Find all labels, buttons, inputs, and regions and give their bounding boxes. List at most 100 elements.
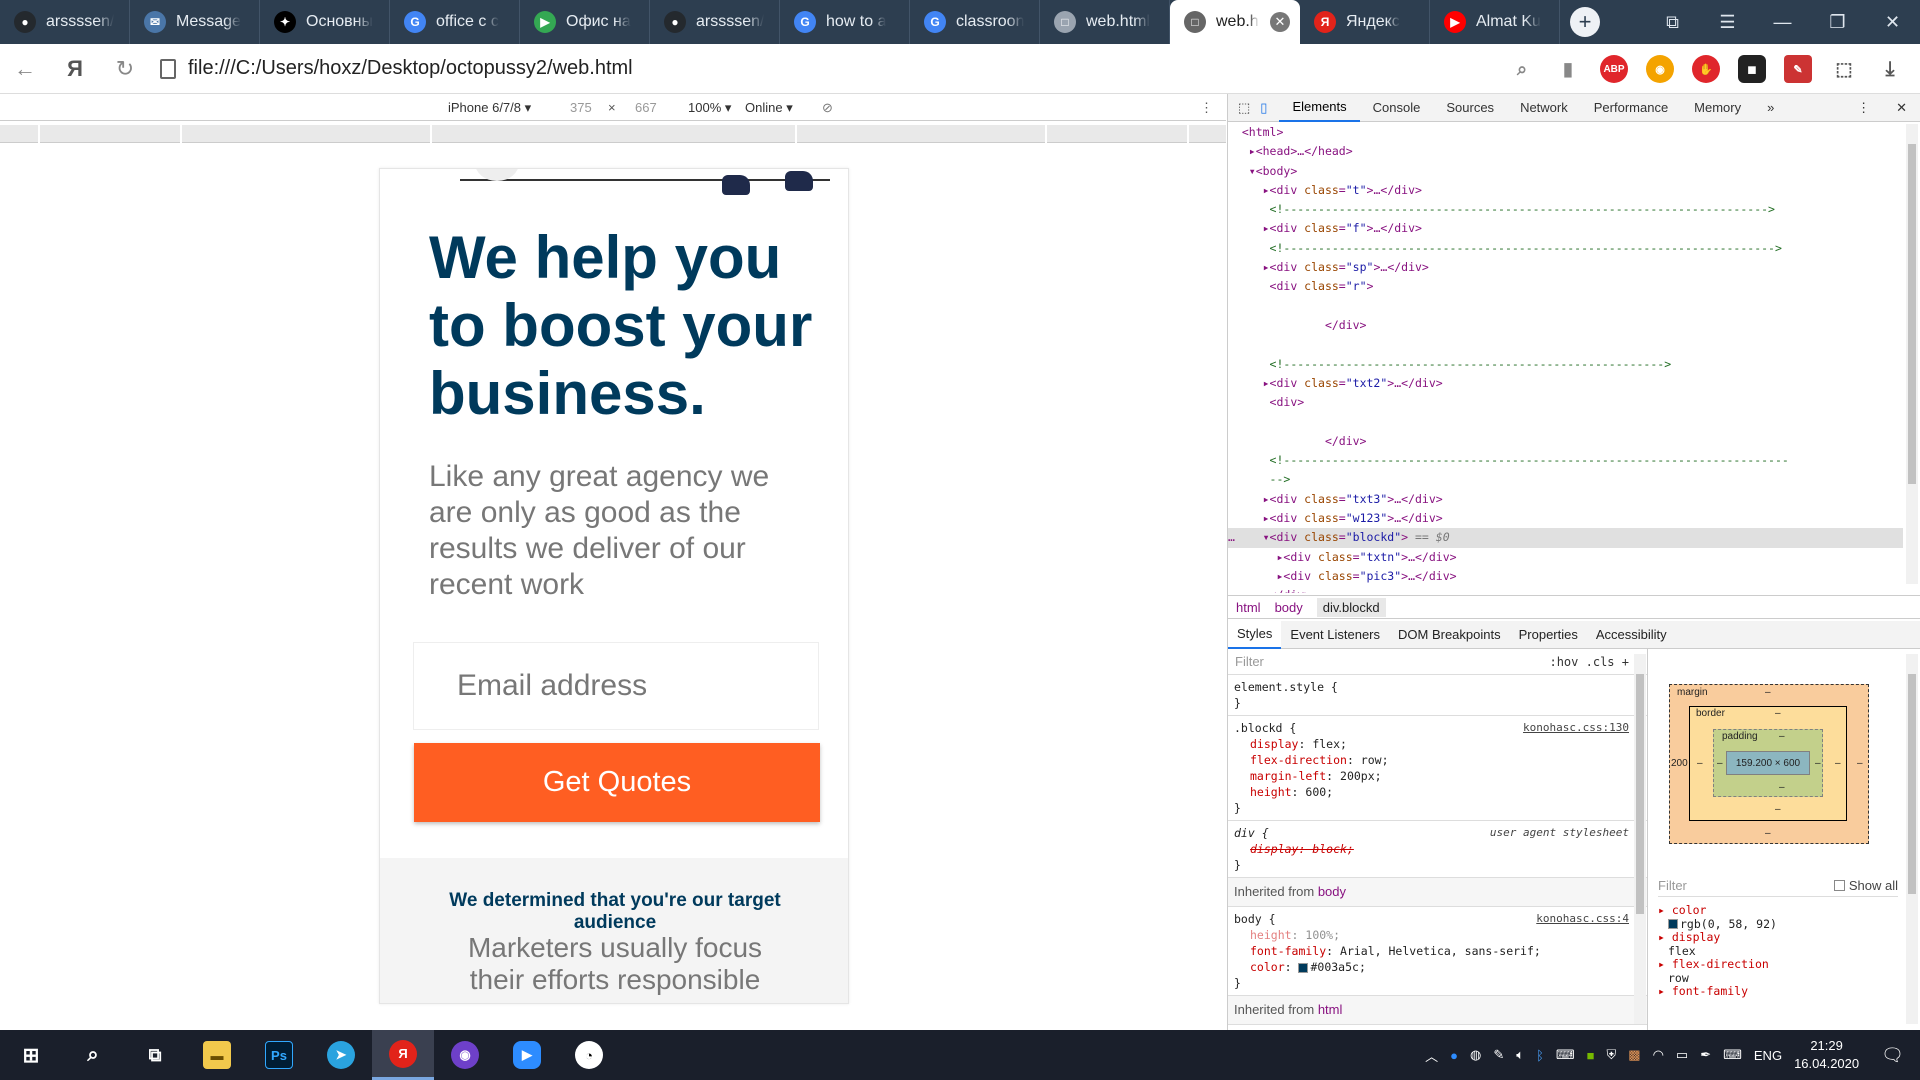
taskbar-app[interactable]: Ps [248, 1030, 310, 1080]
dom-node[interactable]: </div> [1228, 316, 1903, 335]
more-options-icon[interactable]: ⋮ [1200, 100, 1213, 116]
breadcrumb-item[interactable]: div.blockd [1316, 597, 1386, 617]
clock[interactable]: 21:29 16.04.2020 [1794, 1037, 1859, 1073]
css-declaration[interactable]: margin-left: 200px; [1234, 768, 1641, 784]
more-tabs-icon[interactable]: » [1754, 94, 1787, 122]
search-button[interactable]: ⌕ [62, 1030, 124, 1080]
dom-comment[interactable]: <!--------------------------------------… [1228, 239, 1903, 258]
device-mode-icon[interactable]: ▯ [1256, 94, 1279, 122]
minimize-button[interactable]: — [1755, 12, 1810, 33]
add-rule-icon[interactable]: + [1622, 655, 1629, 669]
search-icon[interactable]: ⌕ [1508, 55, 1536, 83]
computed-scrollbar[interactable] [1906, 654, 1918, 1024]
keyboard-icon[interactable]: ⌨ [1723, 1047, 1742, 1063]
styles-filter[interactable]: Filter :hov .cls + [1228, 649, 1647, 675]
tray-language-icon[interactable]: ⌨ [1556, 1047, 1575, 1063]
inherited-link[interactable]: html [1318, 1002, 1343, 1017]
dom-node[interactable]: <div class="r"> [1228, 277, 1903, 296]
dom-node[interactable]: ▸<div class="txt2">…</div> [1228, 374, 1903, 393]
taskbar-app[interactable]: ➤ [310, 1030, 372, 1080]
box-model-content[interactable]: 159.200 × 600 [1726, 751, 1810, 775]
tray-tool-icon[interactable]: ✎ [1493, 1047, 1504, 1063]
browser-tab[interactable]: □ web.h ✕ [1170, 0, 1300, 44]
breadcrumb-item[interactable]: body [1275, 600, 1303, 615]
tab-elements[interactable]: Elements [1279, 94, 1360, 122]
browser-tab[interactable]: ▶ Офис на [520, 0, 650, 44]
back-icon[interactable]: ← [0, 56, 50, 82]
bookmark-icon[interactable]: ▮ [1554, 55, 1582, 83]
battery-icon[interactable]: ▭ [1676, 1047, 1688, 1063]
dom-node[interactable] [1228, 297, 1903, 316]
taskbar-app[interactable]: ◉ [434, 1030, 496, 1080]
computed-prop[interactable]: ▸ color rgb(0, 58, 92) [1658, 903, 1908, 931]
dom-comment[interactable]: <!--------------------------------------… [1228, 200, 1903, 219]
email-input[interactable]: Email address [413, 642, 819, 730]
nvidia-icon[interactable]: ■ [1587, 1048, 1595, 1063]
url-field[interactable]: file:///C:/Users/hoxz/Desktop/octopussy2… [160, 57, 633, 80]
dom-node[interactable]: ▸<div class="txt3">…</div> [1228, 490, 1903, 509]
dom-comment[interactable]: <!--------------------------------------… [1228, 451, 1903, 470]
devtools-close-icon[interactable]: ✕ [1883, 94, 1920, 122]
computed-prop[interactable]: ▸ flex-direction row [1658, 957, 1908, 985]
dom-node[interactable]: <div> [1228, 393, 1903, 412]
browser-tab[interactable]: □ web.html [1040, 0, 1170, 44]
dom-node[interactable] [1228, 412, 1903, 431]
extension-box-icon[interactable]: ⬚ [1830, 55, 1858, 83]
menu-icon[interactable]: ☰ [1700, 12, 1755, 33]
breadcrumb-item[interactable]: html [1236, 600, 1261, 615]
tray-zoom-icon[interactable]: ● [1450, 1048, 1458, 1063]
dom-tree[interactable]: <html> ▸<head>…</head> ▾<body> ▸<div cla… [1228, 123, 1903, 593]
notifications-icon[interactable]: 🗨︎ [1881, 1045, 1904, 1066]
tab-network[interactable]: Network [1507, 94, 1581, 122]
browser-tab[interactable]: Gclassroon [910, 0, 1040, 44]
hov-toggle[interactable]: :hov [1549, 655, 1578, 669]
dom-node[interactable]: ▸<div class="f">…</div> [1228, 219, 1903, 238]
color-swatch[interactable] [1298, 962, 1309, 973]
extension-mask-icon[interactable]: ◼ [1738, 55, 1766, 83]
dom-comment[interactable]: <!--------------------------------------… [1228, 355, 1903, 374]
dom-node[interactable]: ▸<div class="sp">…</div> [1228, 258, 1903, 277]
dom-node[interactable]: ▸<head>…</head> [1228, 142, 1903, 161]
dom-node[interactable] [1228, 335, 1903, 354]
taskbar-app[interactable]: ▶ [496, 1030, 558, 1080]
devtools-menu-icon[interactable]: ⋮ [1844, 94, 1883, 122]
close-tab-icon[interactable]: ✕ [1270, 12, 1290, 32]
close-window-button[interactable]: ✕ [1865, 12, 1920, 33]
inspect-icon[interactable]: ⬚ [1228, 94, 1256, 122]
dom-node[interactable]: <html> [1228, 123, 1903, 142]
task-view-button[interactable]: ⧉ [124, 1030, 186, 1080]
dom-node[interactable]: ▸<div class="t">…</div> [1228, 181, 1903, 200]
inherited-link[interactable]: body [1318, 884, 1346, 899]
browser-tab[interactable]: ✉ Message [130, 0, 260, 44]
volume-icon[interactable]: 🔈︎ [1516, 1047, 1524, 1063]
dom-node[interactable]: ▸<div class="w123">…</div> [1228, 509, 1903, 528]
rule-source-link[interactable]: konohasc.css:4 [1536, 911, 1629, 927]
taskbar-app-active[interactable]: Я [372, 1030, 434, 1080]
dom-comment[interactable]: --> [1228, 470, 1903, 489]
tray-network-icon[interactable]: ◍ [1470, 1047, 1481, 1063]
extension-ink-icon[interactable]: ✎ [1784, 55, 1812, 83]
extension-hand-icon[interactable]: ✋ [1692, 55, 1720, 83]
css-declaration[interactable]: height: 100%; [1234, 927, 1641, 943]
adblock-icon[interactable]: ABP [1600, 55, 1628, 83]
css-declaration[interactable]: font-family: Arial, Helvetica, sans-seri… [1234, 943, 1641, 959]
reload-icon[interactable]: ↻ [100, 56, 150, 82]
bluetooth-icon[interactable]: ᛒ [1536, 1048, 1544, 1063]
dom-node-selected[interactable]: … ▾<div class="blockd"> == $0 [1228, 528, 1903, 548]
rule-source-link[interactable]: konohasc.css:130 [1523, 720, 1629, 736]
tab-performance[interactable]: Performance [1581, 94, 1681, 122]
css-declaration[interactable]: color: #003a5c; [1234, 959, 1641, 975]
dom-node[interactable]: ▸<div class="pic3">…</div> [1228, 567, 1903, 586]
browser-tab[interactable]: Я Яндекс [1300, 0, 1430, 44]
extension-orange-icon[interactable]: ◉ [1646, 55, 1674, 83]
language-indicator[interactable]: ENG [1754, 1048, 1782, 1063]
pen-icon[interactable]: ✒ [1700, 1047, 1711, 1063]
browser-tab[interactable]: Goffice c c [390, 0, 520, 44]
dom-node[interactable]: </div> [1228, 432, 1903, 451]
download-icon[interactable]: ⤓ [1876, 55, 1904, 83]
new-tab-button[interactable]: + [1570, 7, 1600, 37]
tray-colorful-icon[interactable]: ▩ [1628, 1047, 1640, 1063]
dom-scrollbar[interactable] [1906, 124, 1918, 584]
tab-accessibility[interactable]: Accessibility [1587, 621, 1676, 649]
height-input[interactable]: 667 [635, 100, 657, 115]
